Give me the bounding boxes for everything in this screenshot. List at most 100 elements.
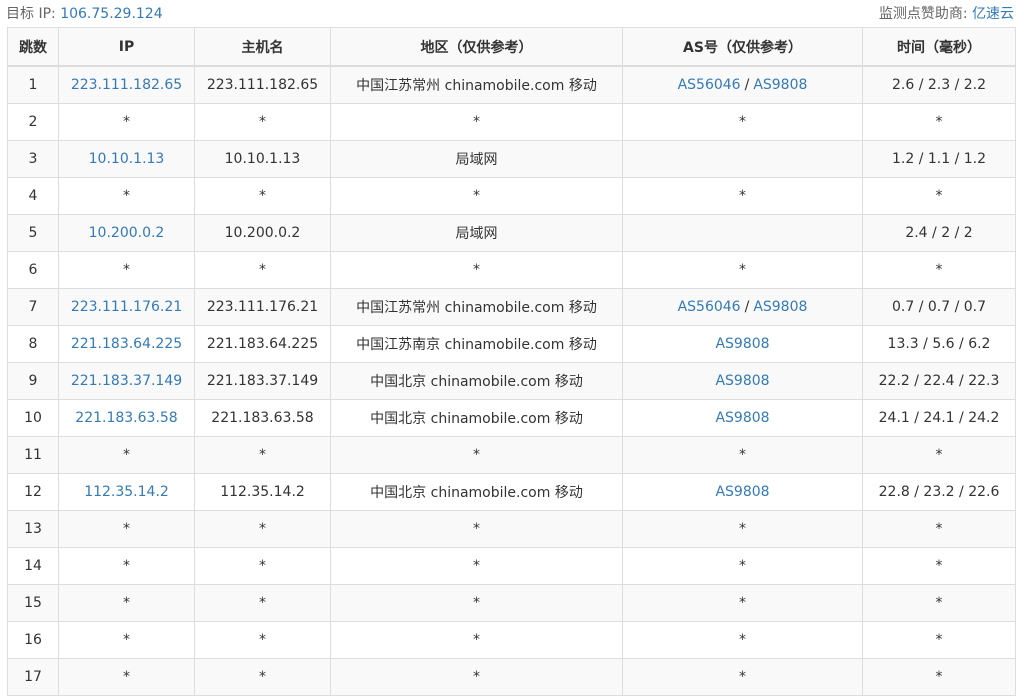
ip-cell-link[interactable]: 10.200.0.2 — [89, 225, 165, 241]
as-link[interactable]: AS9808 — [715, 373, 769, 389]
ip-cell: 112.35.14.2 — [58, 473, 195, 511]
as-link[interactable]: AS9808 — [715, 336, 769, 352]
as-cell: * — [622, 621, 863, 659]
ip-cell-link[interactable]: 112.35.14.2 — [84, 484, 169, 500]
time-cell: 22.2 / 22.4 / 22.3 — [862, 362, 1016, 400]
ip-cell-link[interactable]: 221.183.64.225 — [71, 336, 182, 352]
table-row: 17 * * * * * — [7, 658, 1016, 696]
region-cell: * — [330, 510, 623, 548]
as-link[interactable]: AS9808 — [715, 410, 769, 426]
column-header-region: 地区（仅供参考） — [330, 27, 623, 67]
hop-cell: 6 — [7, 251, 59, 289]
hop-cell: 13 — [7, 510, 59, 548]
as-link[interactable]: AS56046 — [678, 299, 741, 315]
ip-cell: * — [58, 621, 195, 659]
traceroute-table: 跳数 IP 主机名 地区（仅供参考） AS号（仅供参考） 时间（毫秒） 1 2 23… — [7, 27, 1016, 696]
hostname-cell: * — [194, 510, 331, 548]
as-link[interactable]: AS9808 — [753, 299, 807, 315]
as-cell: AS9808 — [622, 473, 863, 511]
ip-cell: 221.183.37.149 — [58, 362, 195, 400]
region-cell: 局域网 — [330, 140, 623, 178]
region-cell: * — [330, 621, 623, 659]
time-cell: 1.2 / 1.1 / 1.2 — [862, 140, 1016, 178]
hop-cell: 3 — [7, 140, 59, 178]
ip-cell: * — [58, 547, 195, 585]
table-row: 8 221.183.64.225 221.183.64.225 中国江苏南京 chin… — [7, 325, 1016, 363]
table-row: 12 112.35.14.2 112.35.14.2 中国北京 chinamobile… — [7, 473, 1016, 511]
table-row: 9 221.183.37.149 221.183.37.149 中国北京 chinam… — [7, 362, 1016, 400]
ip-cell-link[interactable]: 221.183.37.149 — [71, 373, 182, 389]
hop-cell: 4 — [7, 177, 59, 215]
as-cell: AS56046/AS9808 — [622, 65, 863, 104]
as-link[interactable]: AS9808 — [715, 484, 769, 500]
ip-cell: * — [58, 103, 195, 141]
region-cell: * — [330, 547, 623, 585]
as-cell: * — [622, 436, 863, 474]
ip-cell: * — [58, 584, 195, 622]
hostname-cell: * — [194, 177, 331, 215]
time-cell: * — [862, 584, 1016, 622]
ip-cell-link[interactable]: 221.183.63.58 — [75, 410, 177, 426]
as-link[interactable]: AS56046 — [678, 77, 741, 93]
hostname-cell: * — [194, 658, 331, 696]
as-value: * — [739, 262, 746, 278]
hop-cell: 14 — [7, 547, 59, 585]
column-header-hop: 跳数 — [7, 27, 59, 67]
column-header-time: 时间（毫秒） — [862, 27, 1016, 67]
ip-cell-link[interactable]: 223.111.176.21 — [71, 299, 182, 315]
hop-cell: 17 — [7, 658, 59, 696]
region-cell: 中国江苏常州 chinamobile.com 移动 — [330, 65, 623, 104]
region-cell: 中国北京 chinamobile.com 移动 — [330, 362, 623, 400]
hostname-cell: * — [194, 436, 331, 474]
hop-cell: 10 — [7, 399, 59, 437]
table-body: 1 223.111.182.65 223.111.182.65 中国江苏常州 chin… — [7, 65, 1016, 696]
hostname-cell: 221.183.37.149 — [194, 362, 331, 400]
region-cell: * — [330, 177, 623, 215]
target-info: 目标 IP: 106.75.29.124 — [6, 3, 163, 23]
hostname-cell: 223.111.176.21 — [194, 288, 331, 326]
hostname-cell: * — [194, 251, 331, 289]
as-separator: / — [744, 77, 750, 93]
as-cell: AS56046/AS9808 — [622, 288, 863, 326]
as-value: * — [739, 521, 746, 537]
as-value: * — [739, 632, 746, 648]
sponsor-info: 监测点赞助商: 亿速云 — [879, 3, 1014, 23]
hop-cell: 11 — [7, 436, 59, 474]
region-cell: * — [330, 436, 623, 474]
as-cell — [622, 140, 863, 178]
hostname-cell: 10.10.1.13 — [194, 140, 331, 178]
top-bar: 目标 IP: 106.75.29.124 监测点赞助商: 亿速云 — [0, 0, 1024, 26]
region-cell: 中国江苏南京 chinamobile.com 移动 — [330, 325, 623, 363]
as-separator: / — [744, 299, 750, 315]
hop-cell: 2 — [7, 103, 59, 141]
as-cell: * — [622, 510, 863, 548]
hostname-cell: 221.183.63.58 — [194, 399, 331, 437]
ip-cell: 10.10.1.13 — [58, 140, 195, 178]
region-cell: 中国江苏常州 chinamobile.com 移动 — [330, 288, 623, 326]
ip-cell-link[interactable]: 10.10.1.13 — [89, 151, 165, 167]
hostname-cell: 221.183.64.225 — [194, 325, 331, 363]
region-cell: * — [330, 251, 623, 289]
table-row: 2 * * * * * — [7, 103, 1016, 141]
time-cell: * — [862, 510, 1016, 548]
time-cell: * — [862, 103, 1016, 141]
sponsor-link[interactable]: 亿速云 — [972, 6, 1014, 22]
hop-cell: 5 — [7, 214, 59, 252]
as-cell: * — [622, 251, 863, 289]
hostname-cell: 112.35.14.2 — [194, 473, 331, 511]
hop-cell: 12 — [7, 473, 59, 511]
as-link[interactable]: AS9808 — [753, 77, 807, 93]
target-ip-link[interactable]: 106.75.29.124 — [60, 6, 162, 22]
table-header-row: 跳数 IP 主机名 地区（仅供参考） AS号（仅供参考） 时间（毫秒） — [7, 27, 1016, 67]
hop-cell: 8 — [7, 325, 59, 363]
ip-cell-link[interactable]: 223.111.182.65 — [71, 77, 182, 93]
table-row: 7 223.111.176.21 223.111.176.21 中国江苏常州 chin… — [7, 288, 1016, 326]
time-cell: * — [862, 621, 1016, 659]
time-cell: * — [862, 251, 1016, 289]
time-cell: * — [862, 658, 1016, 696]
as-cell: * — [622, 658, 863, 696]
ip-cell: 10.200.0.2 — [58, 214, 195, 252]
traceroute-table-container: 跳数 IP 主机名 地区（仅供参考） AS号（仅供参考） 时间（毫秒） 1 2 23… — [7, 27, 1016, 696]
time-cell: * — [862, 177, 1016, 215]
region-cell: 中国北京 chinamobile.com 移动 — [330, 399, 623, 437]
